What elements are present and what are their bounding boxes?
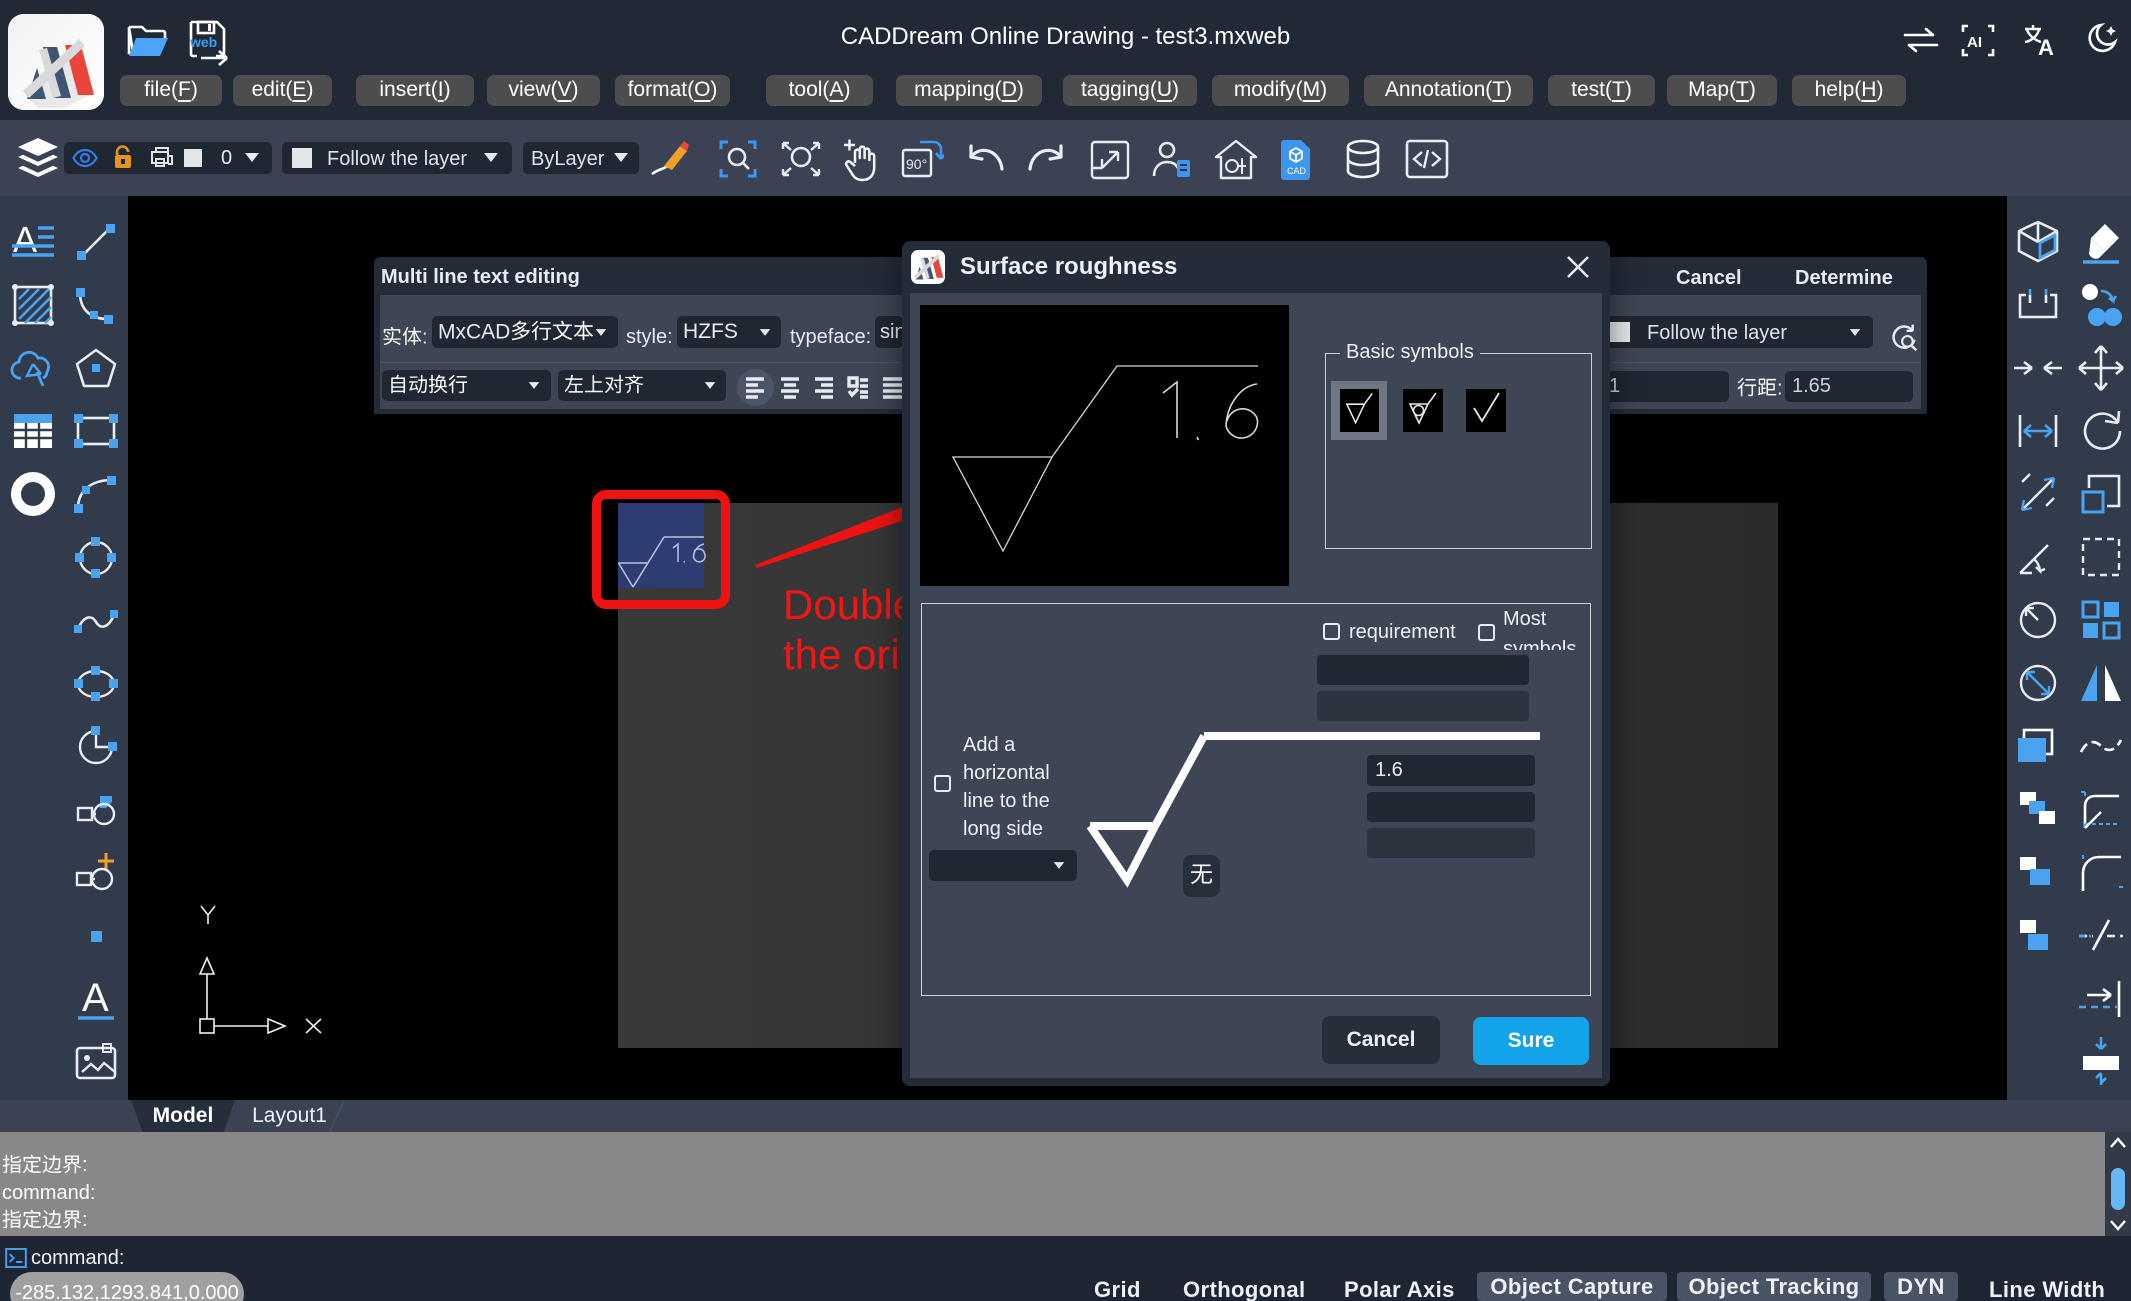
svg-text:90°: 90° (906, 156, 927, 172)
svg-text:AI: AI (1967, 34, 1982, 51)
svg-text:A: A (2038, 35, 2054, 57)
svg-text:CAD: CAD (1287, 166, 1307, 176)
svg-text:A: A (82, 976, 109, 1020)
